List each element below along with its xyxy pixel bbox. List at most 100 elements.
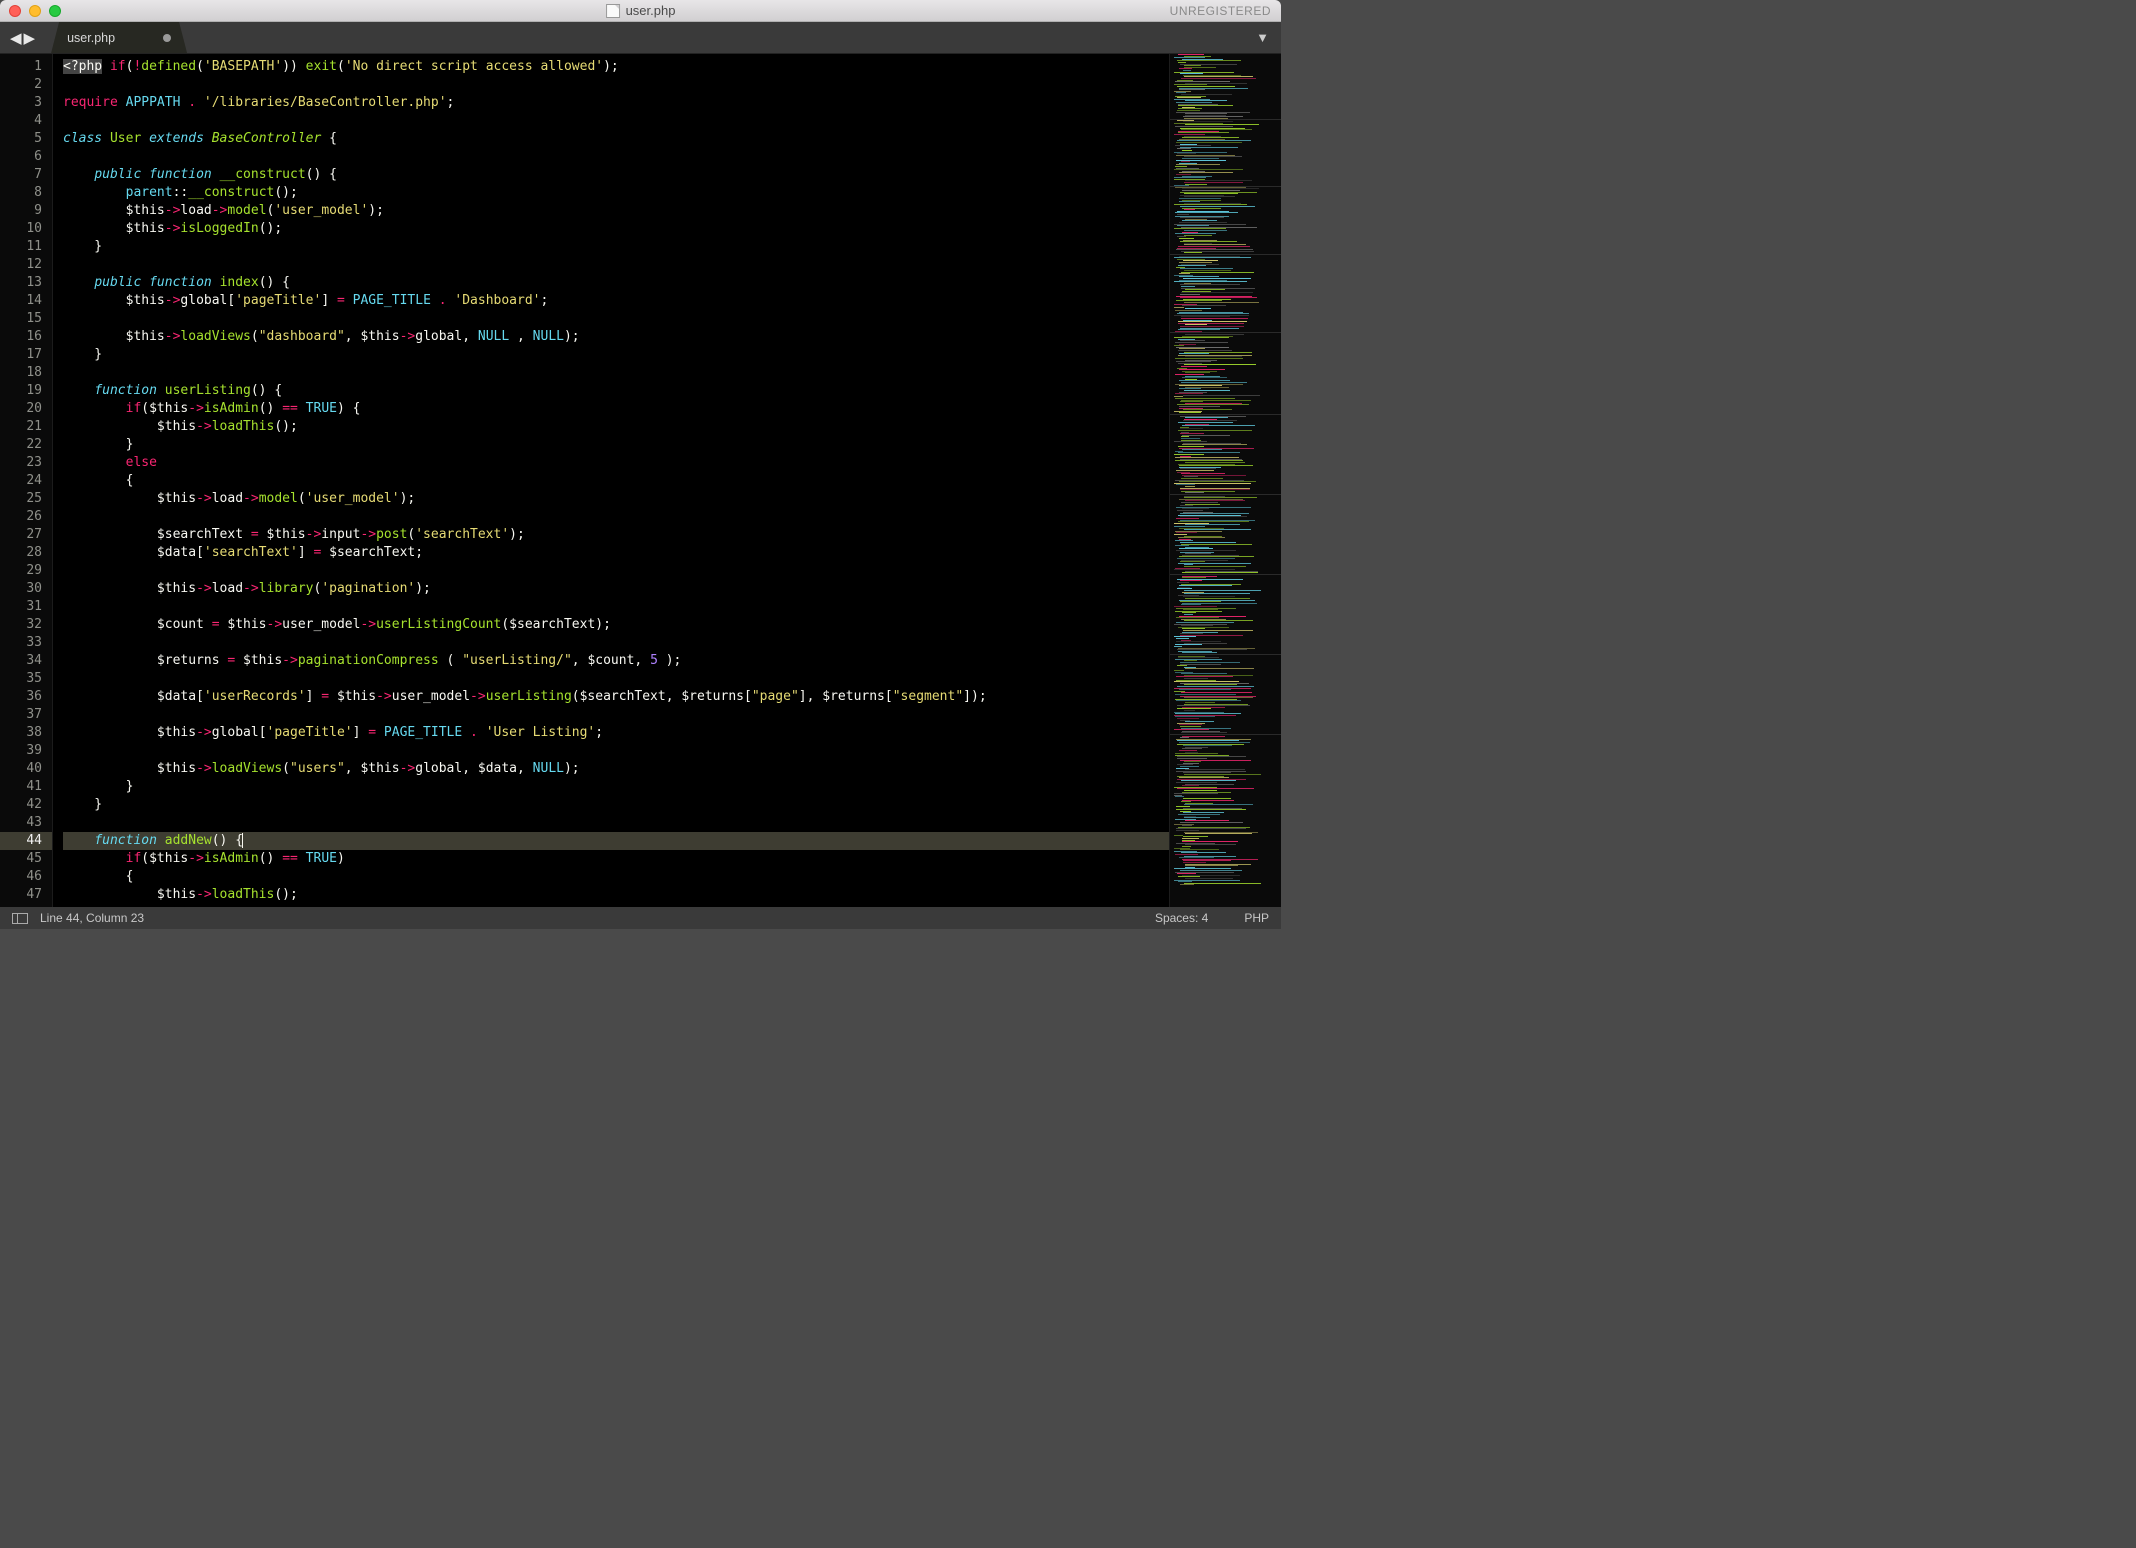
code-line[interactable]: parent::__construct(); [63, 184, 1169, 202]
code-line[interactable] [63, 112, 1169, 130]
code-line[interactable]: } [63, 778, 1169, 796]
minimap[interactable] [1169, 54, 1281, 907]
code-line[interactable]: } [63, 346, 1169, 364]
code-line[interactable]: } [63, 238, 1169, 256]
code-area[interactable]: <?php if(!defined('BASEPATH')) exit('No … [53, 54, 1169, 907]
line-number[interactable]: 23 [0, 454, 42, 472]
code-line[interactable]: $this->loadViews("dashboard", $this->glo… [63, 328, 1169, 346]
indent-setting[interactable]: Spaces: 4 [1155, 911, 1208, 925]
code-line[interactable]: public function __construct() { [63, 166, 1169, 184]
code-line[interactable]: else [63, 454, 1169, 472]
code-line[interactable]: $searchText = $this->input->post('search… [63, 526, 1169, 544]
code-line[interactable]: if($this->isAdmin() == TRUE) { [63, 400, 1169, 418]
line-number[interactable]: 45 [0, 850, 42, 868]
line-number[interactable]: 13 [0, 274, 42, 292]
line-number[interactable]: 26 [0, 508, 42, 526]
line-number[interactable]: 14 [0, 292, 42, 310]
line-number-gutter[interactable]: 1234567891011121314151617181920212223242… [0, 54, 53, 907]
code-line[interactable] [63, 508, 1169, 526]
line-number[interactable]: 31 [0, 598, 42, 616]
code-line[interactable] [63, 562, 1169, 580]
code-line[interactable]: } [63, 436, 1169, 454]
line-number[interactable]: 37 [0, 706, 42, 724]
line-number[interactable]: 36 [0, 688, 42, 706]
code-line[interactable]: $this->load->model('user_model'); [63, 202, 1169, 220]
cursor-position[interactable]: Line 44, Column 23 [40, 911, 144, 925]
zoom-window-button[interactable] [49, 5, 61, 17]
line-number[interactable]: 5 [0, 130, 42, 148]
line-number[interactable]: 18 [0, 364, 42, 382]
nav-back-icon[interactable]: ◀ [10, 29, 22, 47]
line-number[interactable]: 21 [0, 418, 42, 436]
line-number[interactable]: 16 [0, 328, 42, 346]
code-line[interactable]: $returns = $this->paginationCompress ( "… [63, 652, 1169, 670]
code-line[interactable]: class User extends BaseController { [63, 130, 1169, 148]
line-number[interactable]: 33 [0, 634, 42, 652]
line-number[interactable]: 9 [0, 202, 42, 220]
code-line[interactable] [63, 670, 1169, 688]
line-number[interactable]: 42 [0, 796, 42, 814]
line-number[interactable]: 10 [0, 220, 42, 238]
tab-overflow[interactable]: ▼ [1256, 22, 1281, 53]
line-number[interactable]: 25 [0, 490, 42, 508]
code-line[interactable]: } [63, 796, 1169, 814]
code-line[interactable]: $this->global['pageTitle'] = PAGE_TITLE … [63, 724, 1169, 742]
line-number[interactable]: 35 [0, 670, 42, 688]
line-number[interactable]: 11 [0, 238, 42, 256]
code-line[interactable]: $this->isLoggedIn(); [63, 220, 1169, 238]
line-number[interactable]: 19 [0, 382, 42, 400]
line-number[interactable]: 34 [0, 652, 42, 670]
line-number[interactable]: 12 [0, 256, 42, 274]
syntax-setting[interactable]: PHP [1244, 911, 1269, 925]
line-number[interactable]: 2 [0, 76, 42, 94]
close-window-button[interactable] [9, 5, 21, 17]
tab-user-php[interactable]: user.php [51, 22, 187, 53]
code-line[interactable] [63, 634, 1169, 652]
line-number[interactable]: 24 [0, 472, 42, 490]
line-number[interactable]: 27 [0, 526, 42, 544]
line-number[interactable]: 38 [0, 724, 42, 742]
code-line[interactable]: $this->loadThis(); [63, 886, 1169, 904]
line-number[interactable]: 7 [0, 166, 42, 184]
code-line[interactable] [63, 310, 1169, 328]
line-number[interactable]: 20 [0, 400, 42, 418]
line-number[interactable]: 15 [0, 310, 42, 328]
code-line[interactable]: $this->global['pageTitle'] = PAGE_TITLE … [63, 292, 1169, 310]
line-number[interactable]: 1 [0, 58, 42, 76]
code-line[interactable]: $data['searchText'] = $searchText; [63, 544, 1169, 562]
code-line[interactable]: { [63, 868, 1169, 886]
code-line[interactable] [63, 364, 1169, 382]
code-line[interactable]: function addNew() { [63, 832, 1169, 850]
code-line[interactable]: require APPPATH . '/libraries/BaseContro… [63, 94, 1169, 112]
line-number[interactable]: 39 [0, 742, 42, 760]
line-number[interactable]: 8 [0, 184, 42, 202]
line-number[interactable]: 4 [0, 112, 42, 130]
minimize-window-button[interactable] [29, 5, 41, 17]
line-number[interactable]: 47 [0, 886, 42, 904]
line-number[interactable]: 44 [0, 832, 52, 850]
code-line[interactable]: $this->loadThis(); [63, 418, 1169, 436]
code-line[interactable]: public function index() { [63, 274, 1169, 292]
code-line[interactable] [63, 742, 1169, 760]
code-line[interactable] [63, 256, 1169, 274]
line-number[interactable]: 30 [0, 580, 42, 598]
line-number[interactable]: 17 [0, 346, 42, 364]
nav-forward-icon[interactable]: ▶ [24, 29, 36, 47]
line-number[interactable]: 43 [0, 814, 42, 832]
code-line[interactable]: $count = $this->user_model->userListingC… [63, 616, 1169, 634]
code-line[interactable] [63, 814, 1169, 832]
line-number[interactable]: 32 [0, 616, 42, 634]
line-number[interactable]: 40 [0, 760, 42, 778]
line-number[interactable]: 29 [0, 562, 42, 580]
code-line[interactable] [63, 598, 1169, 616]
line-number[interactable]: 46 [0, 868, 42, 886]
code-line[interactable]: function userListing() { [63, 382, 1169, 400]
code-line[interactable]: $this->load->model('user_model'); [63, 490, 1169, 508]
code-line[interactable] [63, 706, 1169, 724]
code-line[interactable]: $this->load->library('pagination'); [63, 580, 1169, 598]
line-number[interactable]: 6 [0, 148, 42, 166]
code-line[interactable]: $this->loadViews("users", $this->global,… [63, 760, 1169, 778]
code-line[interactable]: <?php if(!defined('BASEPATH')) exit('No … [63, 58, 1169, 76]
code-line[interactable]: { [63, 472, 1169, 490]
panel-switcher-icon[interactable] [12, 913, 28, 924]
